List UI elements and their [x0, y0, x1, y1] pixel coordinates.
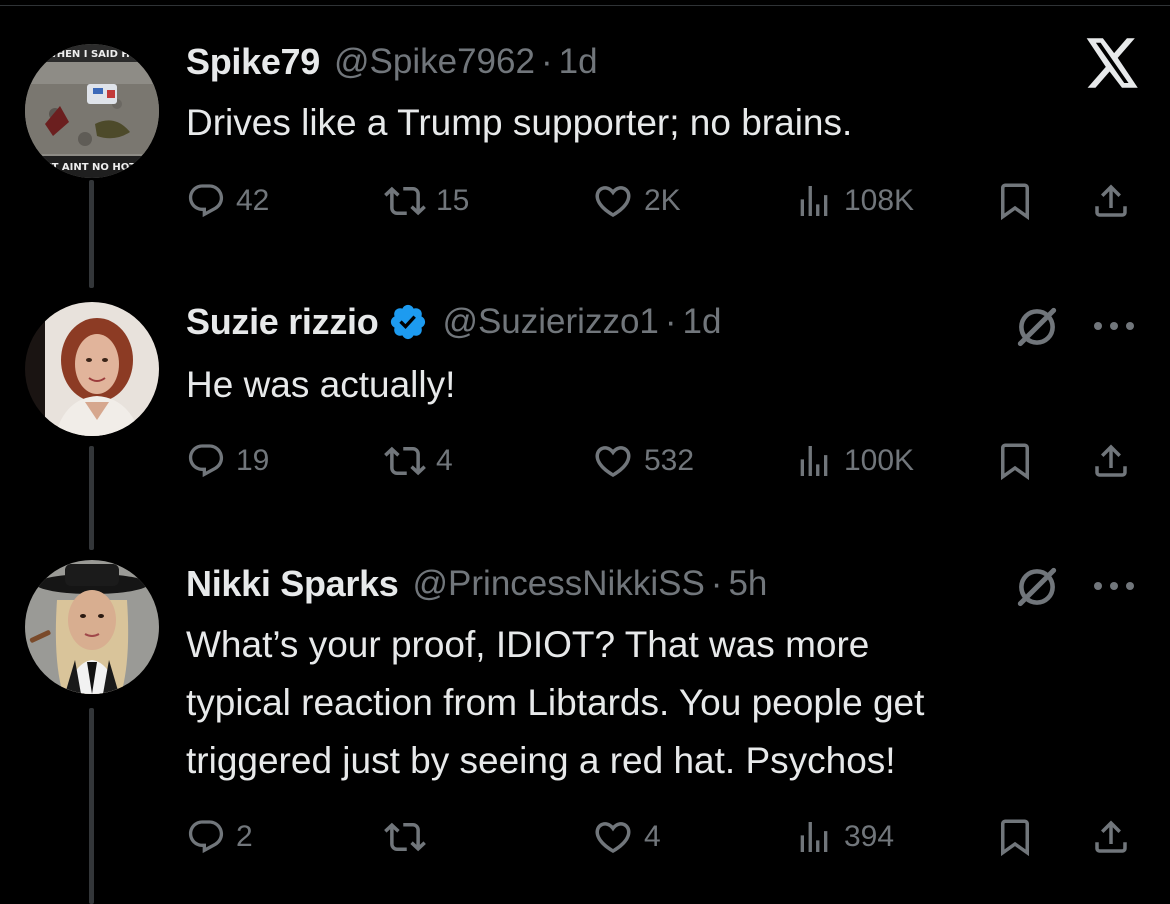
reply-icon — [188, 820, 224, 854]
timestamp[interactable]: 1d — [559, 42, 598, 82]
repost-count: 4 — [436, 444, 453, 477]
avatar[interactable] — [25, 560, 159, 694]
like-count: 4 — [644, 820, 661, 853]
reply-button[interactable]: 42 — [186, 178, 269, 224]
timestamp[interactable]: 1d — [683, 302, 722, 342]
repost-icon — [384, 186, 426, 216]
reply-icon — [188, 184, 224, 218]
views-button[interactable]: 108K — [794, 178, 914, 224]
tweet-actions: 42 15 2K 108K — [186, 178, 1146, 224]
verified-badge-icon[interactable] — [388, 302, 428, 342]
like-button[interactable]: 4 — [592, 814, 661, 860]
tweet-text-line: typical reaction from Libtards. You peop… — [186, 682, 925, 723]
repost-button[interactable]: 15 — [384, 178, 469, 224]
reply-count: 2 — [236, 820, 253, 853]
tweet-header: Suzie rizzio @Suzierizzo1 · 1d — [186, 298, 721, 346]
reply-button[interactable]: 2 — [186, 814, 253, 860]
tweet-text-line: triggered just by seeing a red hat. Psyc… — [186, 740, 896, 781]
tweet-actions: 19 4 532 100K — [186, 438, 1146, 484]
views-icon — [800, 186, 828, 216]
tweet-text: Drives like a Trump supporter; no brains… — [186, 102, 853, 143]
tweet-text-line: What’s your proof, IDIOT? That was more — [186, 624, 870, 665]
more-options-icon[interactable] — [1090, 576, 1138, 596]
views-icon — [800, 446, 828, 476]
bookmark-button[interactable] — [994, 178, 1036, 224]
bookmark-icon — [1001, 819, 1029, 857]
tweet-text: He was actually! — [186, 364, 456, 405]
repost-button[interactable] — [384, 814, 436, 860]
share-icon — [1095, 444, 1127, 477]
like-count: 2K — [644, 184, 681, 217]
heart-icon — [595, 186, 631, 218]
views-icon — [800, 822, 828, 852]
avatar[interactable] — [25, 302, 159, 436]
bookmark-button[interactable] — [994, 814, 1036, 860]
dot-separator: · — [540, 42, 553, 81]
share-button[interactable] — [1090, 814, 1132, 860]
reply-button[interactable]: 19 — [186, 438, 269, 484]
more-options-icon[interactable] — [1090, 316, 1138, 336]
repost-icon — [384, 822, 426, 852]
avatar[interactable]: WHEN I SAID HO IT AINT NO HOT — [25, 44, 159, 178]
grok-icon[interactable] — [1012, 302, 1062, 352]
avatar-caption-bottom: IT AINT NO HOT — [48, 162, 136, 173]
like-button[interactable]: 2K — [592, 178, 681, 224]
display-name[interactable]: Nikki Sparks — [186, 563, 399, 605]
views-count: 108K — [844, 184, 915, 217]
views-button[interactable]: 100K — [794, 438, 914, 484]
tweet-header: Spike79 @Spike7962 · 1d — [186, 38, 598, 86]
user-handle[interactable]: @Spike7962 — [334, 42, 535, 82]
tweet[interactable]: Nikki Sparks @PrincessNikkiSS · 5h What’… — [0, 524, 1170, 904]
like-button[interactable]: 532 — [592, 438, 694, 484]
avatar-caption-top: WHEN I SAID HO — [46, 49, 139, 60]
x-logo-icon[interactable] — [1086, 38, 1140, 88]
tweet-text: What’s your proof, IDIOT? That was more … — [186, 616, 1136, 790]
user-handle[interactable]: @PrincessNikkiSS — [413, 564, 705, 604]
reply-icon — [188, 444, 224, 478]
grok-icon[interactable] — [1012, 562, 1062, 612]
dot-separator: · — [710, 564, 723, 603]
share-icon — [1095, 820, 1127, 853]
repost-icon — [384, 446, 426, 476]
repost-count: 15 — [436, 184, 470, 217]
user-handle[interactable]: @Suzierizzo1 — [442, 302, 658, 342]
display-name[interactable]: Spike79 — [186, 41, 320, 83]
tweet-header: Nikki Sparks @PrincessNikkiSS · 5h — [186, 560, 767, 608]
views-count: 100K — [844, 444, 915, 477]
timestamp[interactable]: 5h — [728, 564, 767, 604]
display-name[interactable]: Suzie rizzio — [186, 301, 379, 343]
bookmark-icon — [1001, 183, 1029, 221]
dot-separator: · — [664, 302, 677, 341]
share-button[interactable] — [1090, 438, 1132, 484]
heart-icon — [595, 446, 631, 478]
tweet-actions: 2 4 394 — [186, 814, 1146, 860]
views-button[interactable]: 394 — [794, 814, 894, 860]
views-count: 394 — [844, 820, 895, 853]
bookmark-icon — [1001, 443, 1029, 481]
reply-count: 42 — [236, 184, 270, 217]
share-button[interactable] — [1090, 178, 1132, 224]
repost-button[interactable]: 4 — [384, 438, 453, 484]
share-icon — [1095, 184, 1127, 217]
tweet[interactable]: Suzie rizzio @Suzierizzo1 · 1d He was ac… — [0, 260, 1170, 524]
reply-count: 19 — [236, 444, 270, 477]
tweet[interactable]: WHEN I SAID HO IT AINT NO HOT Spike79 @S… — [0, 0, 1170, 260]
heart-icon — [595, 822, 631, 854]
bookmark-button[interactable] — [994, 438, 1036, 484]
like-count: 532 — [644, 444, 695, 477]
